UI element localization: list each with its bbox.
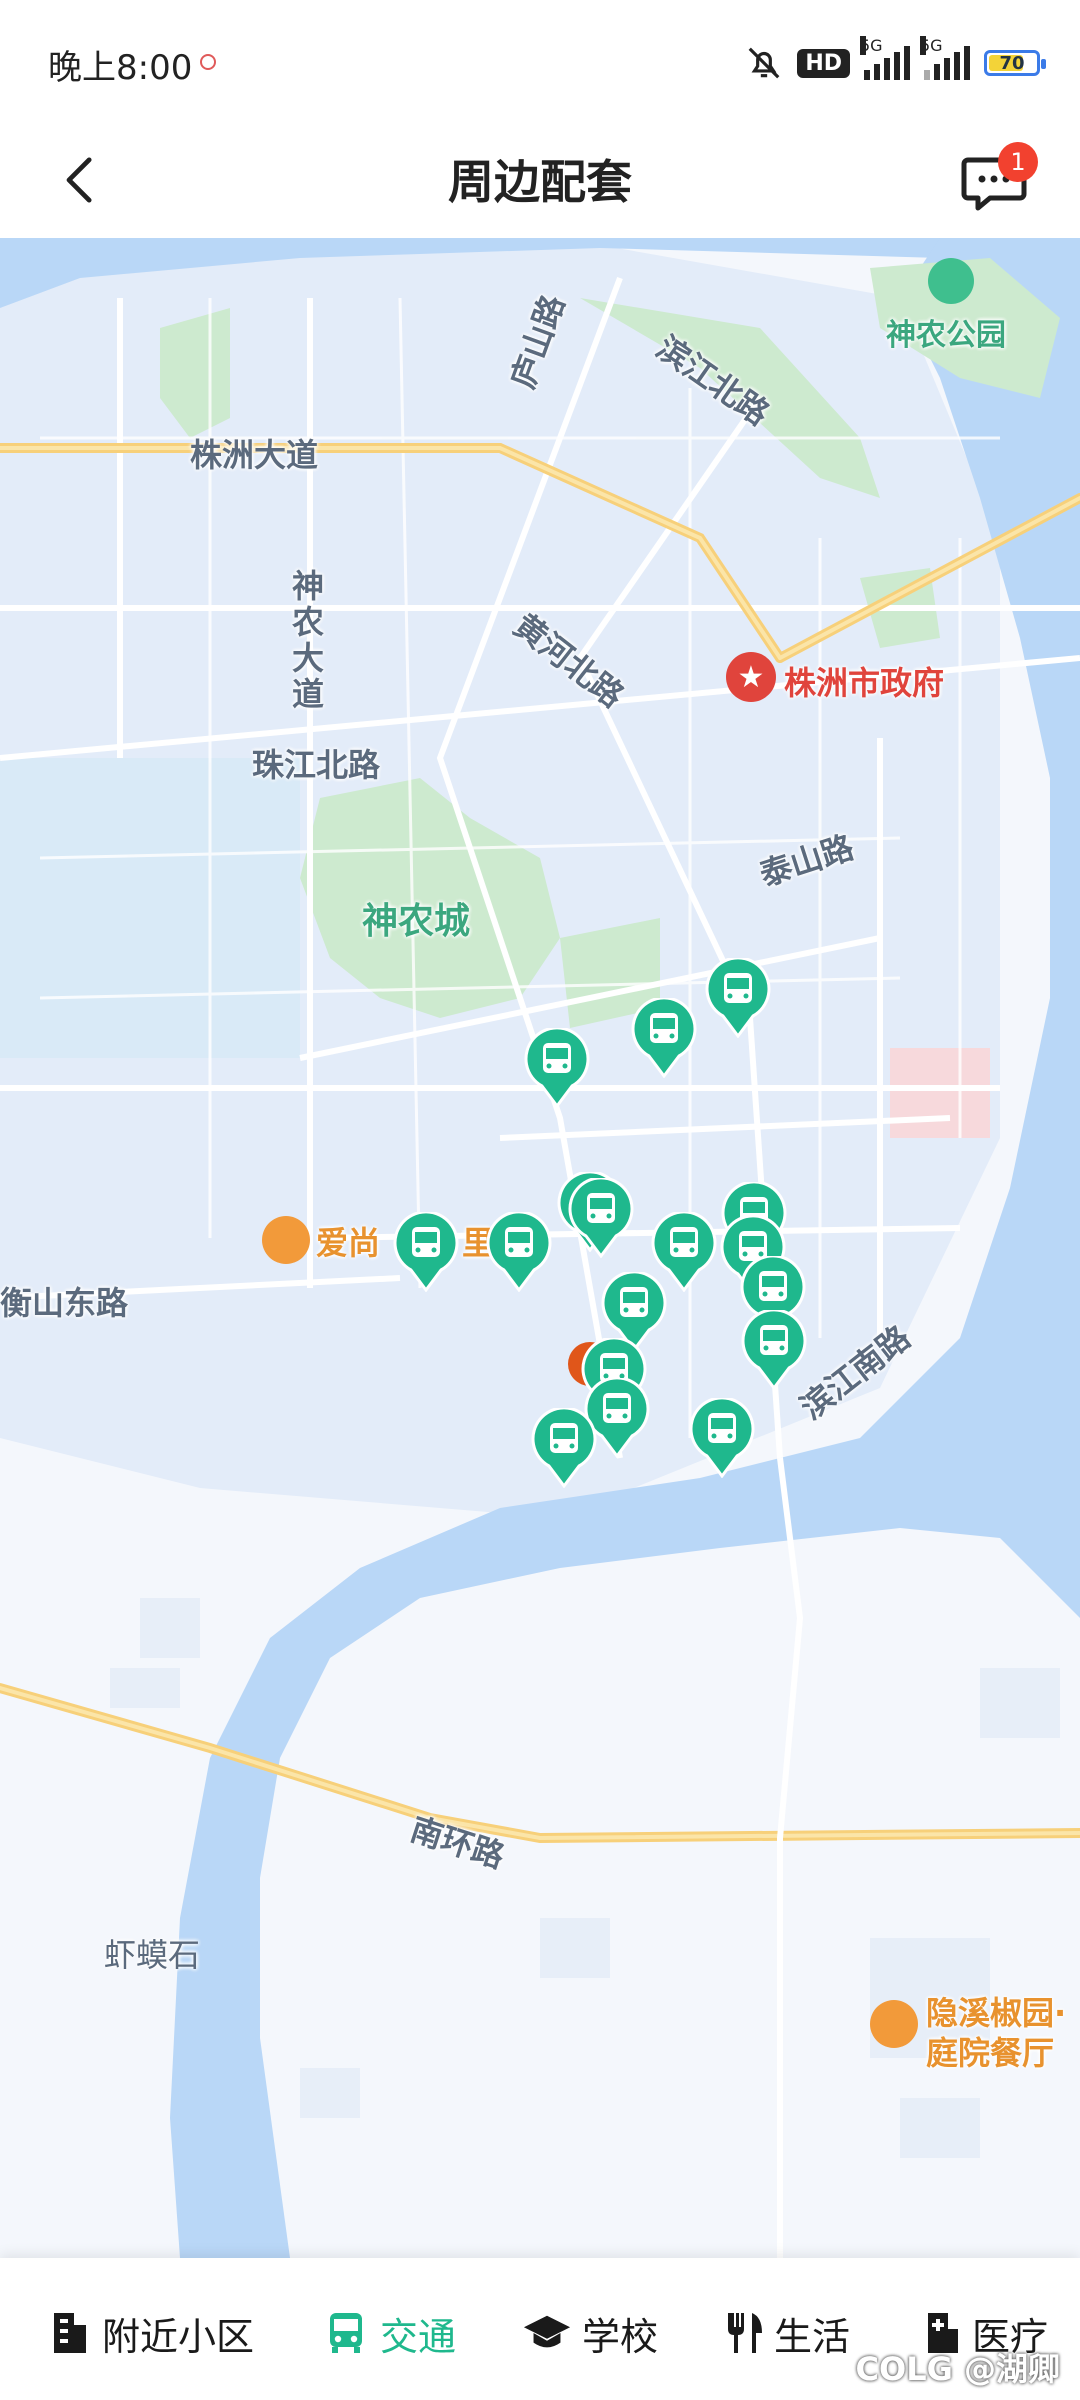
tab-transport[interactable]: 交通 [322, 2308, 457, 2359]
signal-icon: 5G [860, 36, 910, 80]
tab-nearby-communities[interactable]: 附近小区 [48, 2308, 255, 2359]
bus-stop-pin-icon[interactable] [631, 998, 697, 1078]
bus-stop-pin-icon[interactable] [741, 1310, 807, 1390]
tab-schools[interactable]: 学校 [522, 2308, 659, 2359]
restaurant-pin-icon-2[interactable] [870, 2000, 918, 2048]
network-type-label: 5G [860, 36, 883, 55]
page-title: 周边配套 [448, 155, 632, 209]
map-label-hengshan-east: 衡山东路 [0, 1284, 129, 1322]
bus-stop-pin-icon[interactable] [524, 1028, 590, 1108]
bus-stop-pin-icon[interactable] [531, 1408, 597, 1488]
map-label-shennong-avenue: 神农大道 [292, 567, 325, 713]
battery-level: 70 [999, 52, 1025, 74]
fork-knife-icon [728, 2313, 762, 2353]
hd-badge: HD [797, 48, 850, 78]
map-label-city-gov[interactable]: 株洲市政府 [784, 658, 944, 704]
map-view[interactable]: 神农公园 庐山路 滨江北路 株洲大道 神农大道 黄河北路 ★ 株洲市政府 珠江北… [0, 238, 1080, 2258]
map-label-shennong-park[interactable]: 神农公园 [886, 310, 1006, 354]
building-icon [54, 2313, 86, 2353]
tab-label: 附近小区 [102, 2314, 255, 2359]
mute-bell-icon [748, 47, 780, 79]
park-pin-icon[interactable] [928, 258, 974, 304]
map-label-yinxi-restaurant-2[interactable]: 庭院餐厅 [926, 2028, 1054, 2074]
signal-icon-2: 5G [920, 36, 970, 80]
map-label-zhuzhou-avenue: 株洲大道 [190, 436, 319, 474]
bus-stop-pin-icon[interactable] [705, 958, 771, 1038]
notification-dot-icon [200, 54, 216, 70]
tab-label: 学校 [582, 2314, 659, 2359]
network-type-label-2: 5G [920, 36, 943, 55]
map-label-xiamashi: 虾蟆石 [104, 1936, 201, 1974]
tab-life[interactable]: 生活 [724, 2308, 851, 2359]
message-badge: 1 [998, 142, 1038, 182]
status-time: 晚上8:00 [48, 48, 193, 88]
tab-label: 交通 [380, 2314, 457, 2359]
status-icons: HD 5G 5G 70 [745, 36, 1046, 88]
message-button[interactable]: 1 [956, 136, 1040, 220]
bottom-nav: 附近小区 交通 学校 生活 医疗 COLG @湖卿 [0, 2258, 1080, 2400]
map-label-zhujiang-north: 珠江北路 [252, 746, 381, 784]
status-bar: 晚上8:00 HD 5G 5G 70 [0, 0, 1080, 120]
watermark: COLG @湖卿 [855, 2350, 1061, 2388]
bus-stop-pin-icon[interactable] [651, 1212, 717, 1292]
bus-stop-pin-icon[interactable] [393, 1212, 459, 1292]
bus-icon [330, 2313, 362, 2353]
restaurant-pin-icon[interactable] [262, 1216, 310, 1264]
government-pin-icon[interactable]: ★ [726, 652, 776, 702]
bus-stop-pin-icon[interactable] [486, 1212, 552, 1292]
bus-stop-pin-icon[interactable] [568, 1178, 634, 1258]
tab-label: 生活 [774, 2314, 851, 2359]
map-label-shennong-city: 神农城 [362, 901, 471, 942]
map-label-aishang-restaurant[interactable]: 爱尚 [316, 1218, 380, 1264]
bus-stop-pin-icon[interactable] [689, 1398, 755, 1478]
header: 周边配套 1 [0, 120, 1080, 238]
graduation-cap-icon [523, 2315, 571, 2348]
battery-icon: 70 [984, 50, 1046, 76]
